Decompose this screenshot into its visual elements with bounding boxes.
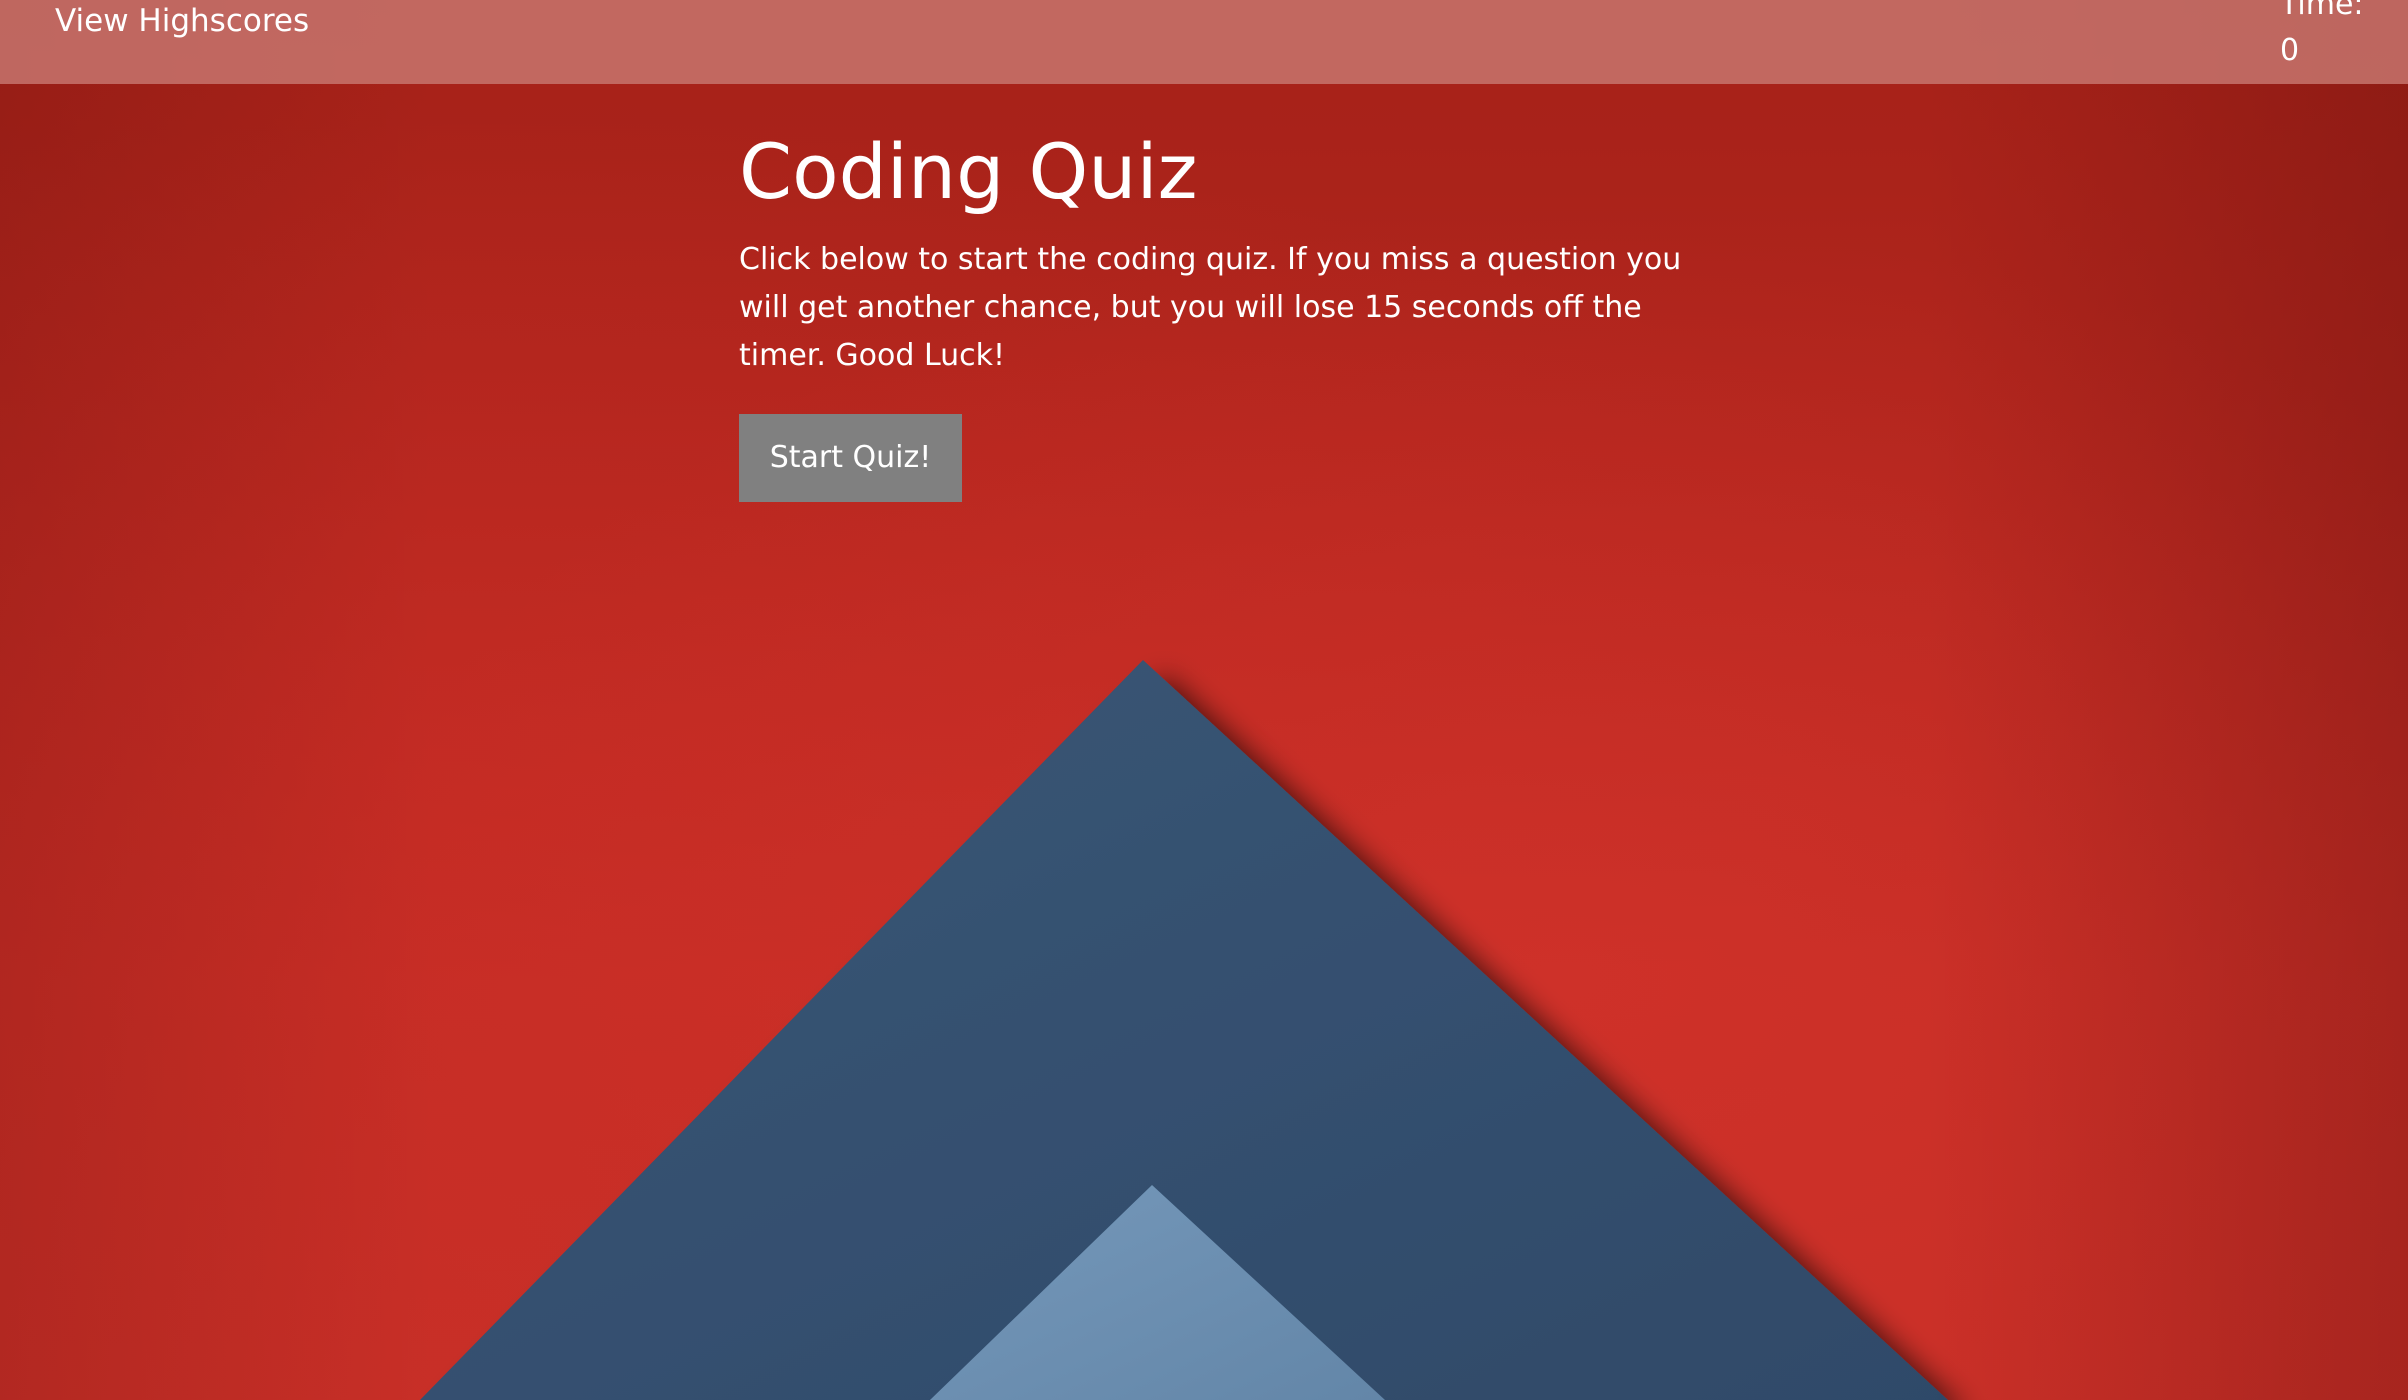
page-title: Coding Quiz — [739, 127, 1198, 216]
quiz-intro-section: Coding Quiz Click below to start the cod… — [739, 122, 1699, 502]
top-bar: View Highscores Time: 0 — [0, 0, 2408, 84]
start-quiz-button[interactable]: Start Quiz! — [739, 414, 962, 502]
navy-paper-shape — [420, 660, 1948, 1400]
timer: Time: 0 — [2280, 0, 2364, 74]
light-blue-paper-shape — [930, 1185, 1385, 1400]
view-highscores-link[interactable]: View Highscores — [55, 0, 309, 42]
timer-value: 0 — [2280, 33, 2300, 68]
timer-label: Time: — [2280, 0, 2364, 22]
intro-text: Click below to start the coding quiz. If… — [739, 242, 1682, 373]
